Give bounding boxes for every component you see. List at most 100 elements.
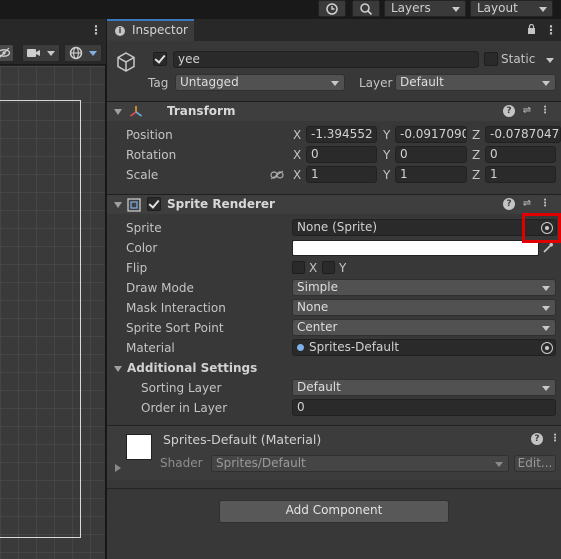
color-swatch[interactable] (292, 240, 539, 256)
order-in-layer-field[interactable]: 0 (292, 399, 556, 416)
draw-mode-value: Simple (297, 280, 338, 294)
scene-toolbar (0, 41, 106, 65)
material-section-title: Sprites-Default (Material) (163, 432, 322, 447)
static-checkbox[interactable] (484, 52, 498, 66)
history-button[interactable] (318, 0, 346, 17)
rotation-z-field[interactable]: 0 (485, 146, 556, 163)
flip-y-checkbox[interactable] (322, 261, 335, 274)
more-options-icon[interactable]: ⋮ (90, 24, 102, 36)
static-label: Static (501, 52, 536, 66)
material-object-field[interactable]: Sprites-Default (292, 339, 556, 356)
transform-icon (130, 106, 142, 117)
sprite-object-field[interactable]: None (Sprite) (292, 219, 557, 236)
help-icon[interactable]: ? (531, 433, 543, 445)
sort-point-label: Sprite Sort Point (126, 321, 224, 335)
more-options-icon[interactable]: ⋮ (545, 24, 557, 36)
layer-label: Layer (359, 76, 393, 90)
search-button[interactable] (352, 0, 380, 17)
scale-z-field[interactable]: 1 (485, 166, 556, 183)
sprite-renderer-icon (127, 198, 141, 212)
rotation-x-field[interactable]: 0 (306, 146, 377, 163)
chevron-down-icon (542, 326, 550, 331)
layers-label: Layers (391, 1, 431, 15)
scale-x-field[interactable]: 1 (306, 166, 377, 183)
eyedropper-icon[interactable] (542, 242, 554, 254)
more-options-icon[interactable]: ⋮ (539, 105, 551, 117)
fold-arrow-icon (114, 109, 122, 115)
scene-canvas[interactable] (0, 66, 105, 559)
rotation-z-axis: Z (472, 148, 481, 162)
mask-interaction-dropdown[interactable]: None (292, 299, 556, 316)
color-label: Color (126, 241, 158, 255)
layout-label: Layout (477, 1, 518, 15)
shader-edit-button[interactable]: Edit... (514, 455, 556, 472)
flip-x-checkbox[interactable] (292, 261, 305, 274)
additional-settings-label[interactable]: Additional Settings (127, 361, 257, 375)
scale-x-axis: X (293, 168, 302, 182)
scene-tabbar: ⋮ (0, 19, 106, 41)
tab-inspector[interactable]: i Inspector (107, 19, 194, 41)
sprite-value: None (Sprite) (297, 220, 378, 234)
search-icon (360, 3, 373, 16)
layers-dropdown[interactable]: Layers (384, 0, 466, 17)
layout-dropdown[interactable]: Layout (470, 0, 553, 17)
fold-arrow-icon[interactable] (114, 366, 122, 372)
position-label: Position (126, 128, 173, 142)
preset-sliders-icon[interactable]: ⇌ (521, 105, 533, 117)
mask-interaction-label: Mask Interaction (126, 301, 226, 315)
chevron-down-icon (542, 286, 550, 291)
fold-arrow-icon (114, 202, 122, 208)
gizmo-globe-icon (69, 46, 83, 60)
rotation-y-field[interactable]: 0 (395, 146, 467, 163)
inspector-tabbar: i Inspector ⋮ (107, 19, 561, 41)
sprite-renderer-header[interactable]: Sprite Renderer ? ⇌ ⋮ (107, 194, 561, 214)
static-dropdown-icon[interactable] (546, 58, 554, 63)
divider (107, 488, 561, 489)
position-z-field[interactable]: -0.0787047 (485, 126, 561, 143)
more-options-icon[interactable]: ⋮ (539, 198, 551, 210)
tag-dropdown[interactable]: Untagged (175, 74, 345, 91)
scene-camera-dropdown[interactable] (22, 44, 60, 62)
chevron-down-icon (542, 306, 550, 311)
help-icon[interactable]: ? (503, 198, 515, 210)
sprite-renderer-enabled-checkbox[interactable] (147, 197, 161, 211)
transform-title: Transform (167, 104, 236, 118)
gizmos-dropdown[interactable] (64, 44, 102, 62)
top-toolbar: Layers Layout (0, 0, 561, 18)
add-component-button[interactable]: Add Component (219, 500, 449, 523)
tag-value: Untagged (180, 75, 239, 89)
sort-point-dropdown[interactable]: Center (292, 319, 556, 336)
sorting-layer-dropdown[interactable]: Default (292, 379, 556, 396)
scale-label: Scale (126, 168, 159, 182)
position-y-field[interactable]: -0.0917090 (395, 126, 467, 143)
active-checkbox[interactable] (153, 52, 167, 66)
position-x-field[interactable]: -1.394552 (306, 126, 377, 143)
chevron-down-icon (542, 386, 550, 391)
chevron-down-icon (89, 51, 97, 56)
info-icon: i (115, 26, 125, 36)
preset-sliders-icon[interactable]: ⇌ (521, 198, 533, 210)
rotation-label: Rotation (126, 148, 177, 162)
scale-y-field[interactable]: 1 (395, 166, 467, 183)
layer-dropdown[interactable]: Default (395, 74, 556, 91)
help-icon[interactable]: ? (503, 105, 515, 117)
add-component-label: Add Component (285, 503, 383, 517)
visibility-toggle[interactable] (0, 44, 14, 62)
more-options-icon[interactable]: ⋮ (549, 433, 561, 445)
layer-value: Default (400, 75, 444, 89)
scale-y-axis: Y (383, 168, 391, 182)
shader-label: Shader (160, 456, 203, 470)
material-object-picker-icon[interactable] (541, 342, 553, 354)
material-dot-icon (297, 344, 304, 351)
constrain-proportions-icon[interactable] (270, 170, 284, 180)
expand-arrow-icon[interactable] (115, 464, 121, 472)
shader-dropdown[interactable]: Sprites/Default (211, 455, 509, 472)
transform-header[interactable]: Transform ? ⇌ ⋮ (107, 101, 561, 121)
object-name-input[interactable]: yee (173, 51, 479, 68)
chevron-down-icon (452, 7, 460, 12)
sort-point-value: Center (297, 320, 338, 334)
inspector-panel: i Inspector ⋮ yee Static Tag Untagged La… (107, 19, 561, 559)
position-x-axis: X (293, 128, 302, 142)
lock-icon[interactable] (527, 24, 536, 34)
draw-mode-dropdown[interactable]: Simple (292, 279, 556, 296)
